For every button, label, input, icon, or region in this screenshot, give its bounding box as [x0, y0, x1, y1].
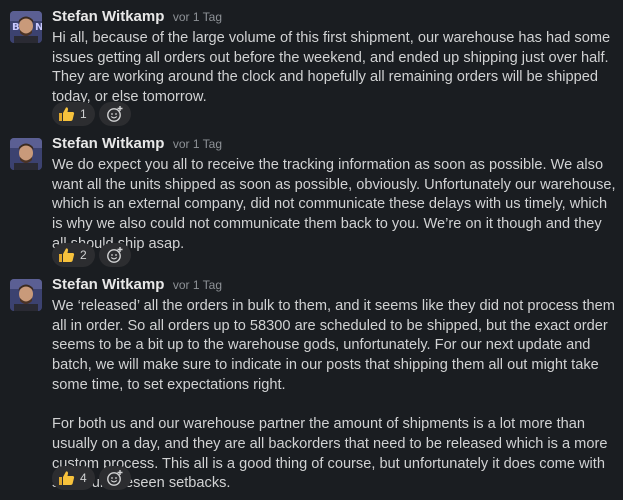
thumbs-up-icon: [58, 470, 75, 486]
timestamp[interactable]: vor 1 Tag: [173, 278, 222, 292]
add-reaction-button[interactable]: [98, 102, 131, 126]
avatar[interactable]: [10, 138, 42, 170]
svg-text:B: B: [12, 22, 20, 33]
thumbs-up-icon: [58, 106, 75, 122]
reaction-count: 1: [80, 107, 87, 121]
message-feed: B N Stefan Witkamp vor 1 Tag Hi all, bec…: [0, 0, 623, 500]
add-reaction-icon: [106, 469, 124, 487]
message-header: Stefan Witkamp vor 1 Tag: [52, 135, 222, 155]
add-reaction-button[interactable]: [98, 243, 131, 267]
reaction-count: 2: [80, 248, 87, 262]
add-reaction-icon: [106, 105, 124, 123]
reactions-bar: 1: [52, 102, 131, 126]
message-header: Stefan Witkamp vor 1 Tag: [52, 8, 222, 28]
message-text: We ‘released’ all the orders in bulk to …: [52, 298, 615, 393]
message-body: We do expect you all to receive the trac…: [52, 156, 618, 255]
thumbs-up-icon: [58, 247, 75, 263]
avatar[interactable]: [10, 279, 42, 311]
reaction-thumbs-up[interactable]: 1: [52, 102, 95, 126]
message-body: We ‘released’ all the orders in bulk to …: [52, 297, 618, 494]
reaction-thumbs-up[interactable]: 4: [52, 466, 95, 490]
author-name[interactable]: Stefan Witkamp: [52, 276, 164, 293]
message-body: Hi all, because of the large volume of t…: [52, 29, 618, 108]
reactions-bar: 2: [52, 243, 131, 267]
timestamp[interactable]: vor 1 Tag: [173, 137, 222, 151]
svg-text:N: N: [35, 22, 42, 33]
reaction-thumbs-up[interactable]: 2: [52, 243, 95, 267]
message-text: Hi all, because of the large volume of t…: [52, 30, 611, 106]
avatar[interactable]: B N: [10, 11, 42, 43]
add-reaction-button[interactable]: [98, 466, 131, 490]
message-header: Stefan Witkamp vor 1 Tag: [52, 276, 222, 296]
author-name[interactable]: Stefan Witkamp: [52, 135, 164, 152]
message-text: For both us and our warehouse partner th…: [52, 416, 608, 492]
author-name[interactable]: Stefan Witkamp: [52, 8, 164, 25]
add-reaction-icon: [106, 246, 124, 264]
timestamp[interactable]: vor 1 Tag: [173, 10, 222, 24]
reactions-bar: 4: [52, 466, 131, 490]
message-text: We do expect you all to receive the trac…: [52, 157, 616, 252]
reaction-count: 4: [80, 471, 87, 485]
